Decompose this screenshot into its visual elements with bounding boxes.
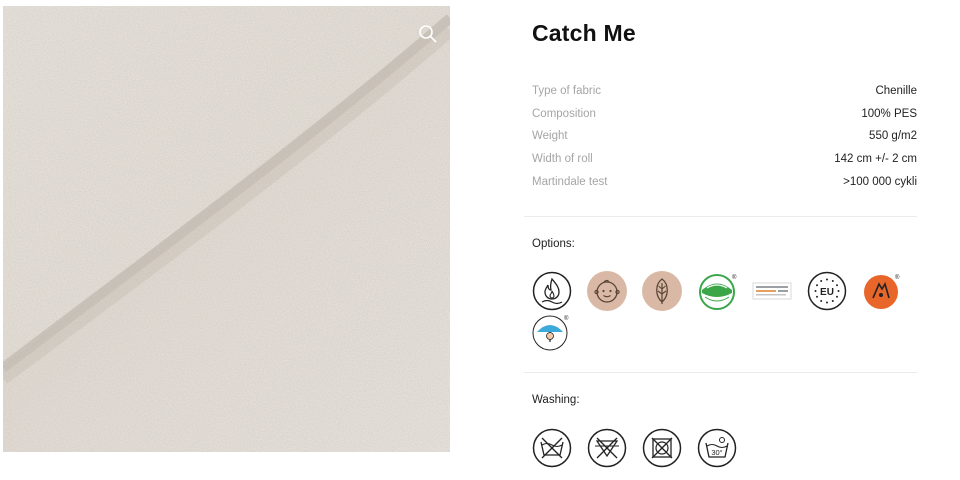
do-not-wash-icon	[532, 428, 572, 468]
svg-text:®: ®	[732, 274, 737, 281]
svg-text:EU: EU	[820, 287, 834, 298]
spec-row: Type of fabric Chenille	[532, 80, 917, 103]
flame-retardant-icon	[532, 271, 572, 311]
product-title: Catch Me	[532, 20, 636, 46]
divider	[524, 372, 917, 373]
options-label: Options:	[532, 238, 575, 250]
product-info-panel: Catch Me Type of fabric Chenille Composi…	[524, 0, 924, 480]
zoom-icon[interactable]	[417, 23, 439, 45]
spec-row: Composition 100% PES	[532, 103, 917, 126]
umbrella-water-repellent-icon: ®	[532, 312, 572, 352]
svg-text:®: ®	[564, 315, 569, 322]
certificate-badge-icon: ®	[697, 271, 737, 311]
fabric-photo	[3, 6, 450, 452]
spec-label: Composition	[532, 107, 596, 120]
eco-leaf-icon	[642, 271, 682, 311]
svg-text:®: ®	[895, 274, 900, 281]
spec-row: Martindale test >100 000 cykli	[532, 171, 917, 194]
eu-stars-icon: EU	[807, 271, 847, 311]
divider	[524, 216, 917, 217]
spec-row: Weight 550 g/m2	[532, 125, 917, 148]
oeko-tex-label-icon	[752, 271, 792, 311]
spec-value: 550 g/m2	[869, 130, 917, 143]
pet-friendly-icon: ®	[862, 271, 902, 311]
wash-30-icon: 30°	[697, 428, 737, 468]
do-not-tumble-dry-icon	[587, 428, 627, 468]
do-not-dry-clean-icon	[642, 428, 682, 468]
washing-label: Washing:	[532, 394, 580, 406]
spec-label: Width of roll	[532, 153, 593, 166]
spec-value: 142 cm +/- 2 cm	[834, 153, 917, 166]
spec-label: Weight	[532, 130, 568, 143]
spec-label: Martindale test	[532, 175, 608, 188]
spec-value: 100% PES	[861, 107, 917, 120]
spec-value: >100 000 cykli	[843, 175, 917, 188]
spec-label: Type of fabric	[532, 85, 602, 97]
spec-value: Chenille	[875, 85, 917, 97]
wash-temp-label: 30°	[711, 448, 722, 457]
spec-row: Width of roll 142 cm +/- 2 cm	[532, 148, 917, 171]
spec-table: Type of fabric Chenille Composition 100%…	[532, 80, 917, 193]
baby-safe-icon	[587, 271, 627, 311]
